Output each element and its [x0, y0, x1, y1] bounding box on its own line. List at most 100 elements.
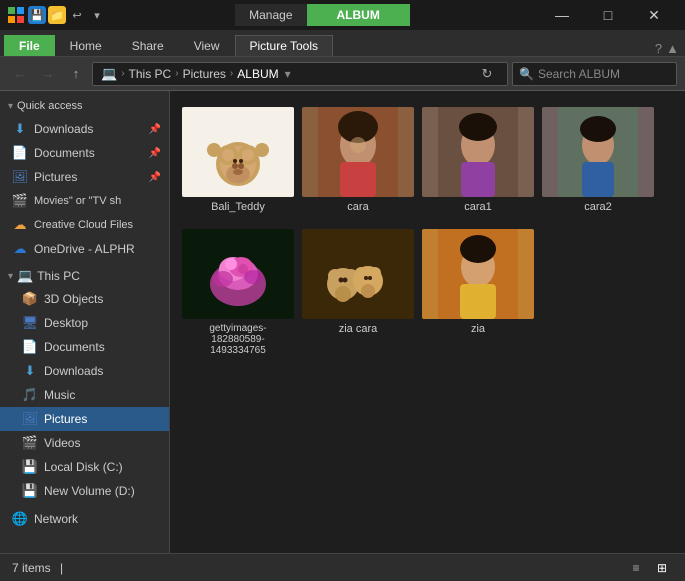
- creative-cloud-icon: ☁: [12, 217, 28, 233]
- title-manage-tab[interactable]: Manage: [235, 4, 306, 26]
- sidebar-item-onedrive[interactable]: ☁ OneDrive - ALPHR: [0, 237, 169, 261]
- search-icon: 🔍: [519, 67, 534, 81]
- thumb-cara-image: [302, 107, 414, 197]
- sidebar-item-new-volume[interactable]: 💾 New Volume (D:): [0, 479, 169, 503]
- tab-view[interactable]: View: [179, 35, 235, 56]
- music-icon: 🎵: [22, 387, 38, 403]
- sidebar-label: Local Disk (C:): [44, 460, 161, 474]
- tab-picture-tools[interactable]: Picture Tools: [235, 35, 333, 56]
- undo-button[interactable]: ↩: [68, 6, 86, 24]
- collapse-ribbon-button[interactable]: ▲: [666, 41, 679, 56]
- new-folder-button[interactable]: 📁: [48, 6, 66, 24]
- sidebar-label: Pictures: [34, 170, 141, 184]
- thumb-cara1-image: [422, 107, 534, 197]
- thumb-cara-label: cara: [347, 201, 368, 213]
- large-icons-button[interactable]: ⊞: [651, 557, 673, 579]
- sidebar-label: Pictures: [44, 412, 161, 426]
- sidebar-item-pictures-quick[interactable]: 🖼 Pictures 📌: [0, 165, 169, 189]
- sidebar-item-movies-quick[interactable]: 🎬 Movies" or "TV sh: [0, 189, 169, 213]
- item-count: 7 items |: [12, 561, 63, 575]
- back-button[interactable]: ←: [8, 62, 32, 86]
- movies-icon: 🎬: [12, 193, 28, 209]
- sidebar-label: Documents: [44, 340, 161, 354]
- this-pc-label: This PC: [37, 269, 80, 283]
- address-path[interactable]: 💻 › This PC › Pictures › ALBUM ▾ ↻: [92, 62, 508, 86]
- sidebar-item-creative-cloud[interactable]: ☁ Creative Cloud Files: [0, 213, 169, 237]
- close-button[interactable]: ✕: [631, 0, 677, 30]
- thumb-getty-label: gettyimages-182880589-1493334765: [186, 323, 290, 356]
- thumb-zia-cara[interactable]: zia cara: [302, 225, 414, 360]
- title-album-tab[interactable]: ALBUM: [307, 4, 410, 26]
- title-bar: 💾 📁 ↩ ▾ Manage ALBUM — □ ✕: [0, 0, 685, 30]
- sidebar-label: Movies" or "TV sh: [34, 195, 161, 207]
- help-button[interactable]: ?: [655, 41, 662, 56]
- this-pc-chevron: ▾: [8, 271, 13, 282]
- view-controls: ≡ ⊞: [625, 557, 673, 579]
- sidebar-label: Documents: [34, 146, 141, 160]
- sidebar-label: New Volume (D:): [44, 484, 161, 498]
- app-icon: [8, 7, 24, 23]
- thumb-bali-teddy[interactable]: Bali_Teddy: [182, 103, 294, 217]
- pc-icon: 💻: [101, 66, 117, 82]
- sidebar-item-downloads[interactable]: ⬇ Downloads: [0, 359, 169, 383]
- path-album[interactable]: ALBUM: [237, 67, 278, 81]
- sidebar-item-documents-quick[interactable]: 📄 Documents 📌: [0, 141, 169, 165]
- refresh-button[interactable]: ↻: [475, 62, 499, 86]
- quick-access-header[interactable]: ▾ Quick access: [0, 95, 169, 117]
- thumb-zia-cara-image: [302, 229, 414, 319]
- thumb-zia-cara-label: zia cara: [339, 323, 378, 335]
- tab-file[interactable]: File: [4, 35, 55, 56]
- search-placeholder: Search ALBUM: [538, 67, 620, 81]
- sidebar: ▾ Quick access ⬇ Downloads 📌 📄 Documents…: [0, 91, 170, 553]
- thumb-zia-image: [422, 229, 534, 319]
- sidebar-item-3d-objects[interactable]: 📦 3D Objects: [0, 287, 169, 311]
- sidebar-item-network[interactable]: 🌐 Network: [0, 507, 169, 531]
- sidebar-item-desktop[interactable]: 🖥 Desktop: [0, 311, 169, 335]
- sidebar-item-videos[interactable]: 🎬 Videos: [0, 431, 169, 455]
- onedrive-icon: ☁: [12, 241, 28, 257]
- quick-access-chevron: ▾: [8, 101, 13, 112]
- thumb-getty[interactable]: gettyimages-182880589-1493334765: [182, 225, 294, 360]
- sidebar-label: Creative Cloud Files: [34, 219, 161, 231]
- search-box[interactable]: 🔍 Search ALBUM: [512, 62, 677, 86]
- sidebar-item-documents[interactable]: 📄 Documents: [0, 335, 169, 359]
- sidebar-item-local-disk[interactable]: 💾 Local Disk (C:): [0, 455, 169, 479]
- 3d-icon: 📦: [22, 291, 38, 307]
- tab-share[interactable]: Share: [117, 35, 179, 56]
- ribbon-tabs: File Home Share View Picture Tools ? ▲: [0, 30, 685, 56]
- sidebar-item-music[interactable]: 🎵 Music: [0, 383, 169, 407]
- thumb-getty-image: [182, 229, 294, 319]
- path-pictures[interactable]: Pictures: [183, 67, 226, 81]
- vid-icon: 🎬: [22, 435, 38, 451]
- thumb-cara1[interactable]: cara1: [422, 103, 534, 217]
- window-controls: — □ ✕: [539, 0, 677, 30]
- this-pc-header[interactable]: ▾ 💻 This PC: [0, 265, 169, 287]
- network-icon: 🌐: [12, 511, 28, 527]
- dl-icon: ⬇: [22, 363, 38, 379]
- thumb-cara2-label: cara2: [584, 201, 612, 213]
- sidebar-label: Downloads: [44, 364, 161, 378]
- save-button[interactable]: 💾: [28, 6, 46, 24]
- dropdown-button[interactable]: ▾: [88, 6, 106, 24]
- list-view-button[interactable]: ≡: [625, 557, 647, 579]
- sidebar-item-downloads-quick[interactable]: ⬇ Downloads 📌: [0, 117, 169, 141]
- hdd-d-icon: 💾: [22, 483, 38, 499]
- thumb-cara2[interactable]: cara2: [542, 103, 654, 217]
- maximize-button[interactable]: □: [585, 0, 631, 30]
- docs-icon: 📄: [22, 339, 38, 355]
- path-dropdown-button[interactable]: ▾: [285, 67, 291, 81]
- thumb-cara1-label: cara1: [464, 201, 492, 213]
- thumb-cara[interactable]: cara: [302, 103, 414, 217]
- forward-button[interactable]: →: [36, 62, 60, 86]
- desktop-icon: 🖥: [22, 315, 38, 331]
- path-this-pc[interactable]: This PC: [129, 67, 172, 81]
- thumb-zia[interactable]: zia: [422, 225, 534, 360]
- sidebar-item-pictures[interactable]: 🖼 Pictures: [0, 407, 169, 431]
- documents-icon: 📄: [12, 145, 28, 161]
- sidebar-label: Downloads: [34, 122, 141, 136]
- pin-icon: 📌: [149, 172, 161, 183]
- minimize-button[interactable]: —: [539, 0, 585, 30]
- main-layout: ▾ Quick access ⬇ Downloads 📌 📄 Documents…: [0, 91, 685, 553]
- tab-home[interactable]: Home: [55, 35, 117, 56]
- up-button[interactable]: ↑: [64, 62, 88, 86]
